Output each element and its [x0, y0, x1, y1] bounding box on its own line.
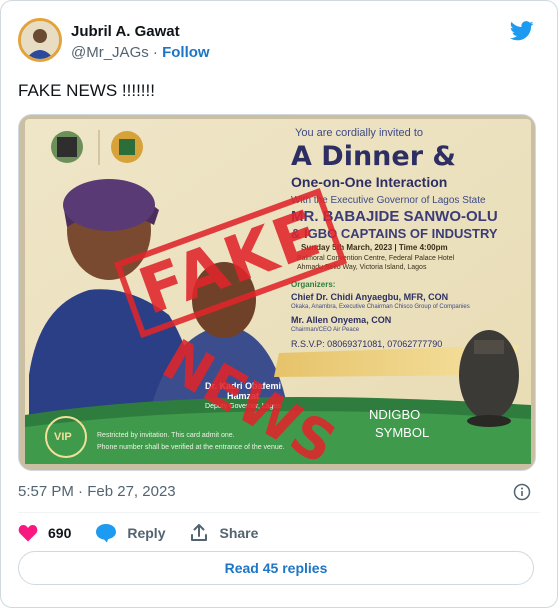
author-handle[interactable]: @Mr_JAGs — [71, 44, 149, 61]
restricted-line2: Phone number shall be verified at the en… — [97, 444, 285, 451]
read-replies-button[interactable]: Read 45 replies — [18, 551, 534, 585]
vip-badge: VIP — [54, 431, 72, 443]
coat-of-arms-icon — [51, 131, 83, 163]
tweet-image[interactable]: You are cordially invited to A Dinner & … — [18, 114, 536, 471]
heart-icon — [18, 525, 38, 542]
tweet-date: Feb 27, 2023 — [87, 483, 176, 500]
share-icon — [191, 524, 208, 541]
reply-bubble-icon — [96, 524, 117, 543]
separator: · — [152, 44, 158, 61]
twitter-bird-icon[interactable] — [510, 21, 534, 41]
likes-count: 690 — [48, 525, 72, 541]
tweet-time: 5:57 PM — [18, 483, 74, 500]
share-button[interactable]: Share — [189, 523, 258, 543]
tweet-timestamp[interactable]: 5:57 PM · Feb 27, 2023 — [18, 483, 176, 500]
tweet-text: FAKE NEWS !!!!!!! — [18, 81, 155, 100]
like-button[interactable]: 690 — [18, 524, 71, 542]
tweet-actions: 690 Reply Share — [18, 521, 282, 545]
info-icon[interactable] — [513, 483, 531, 501]
lagos-state-logo-icon — [111, 131, 143, 163]
author-handle-row: @Mr_JAGs · Follow — [71, 44, 210, 61]
divider — [18, 512, 540, 513]
tweet-card: Jubril A. Gawat @Mr_JAGs · Follow FAKE N… — [0, 0, 558, 608]
reply-button[interactable]: Reply — [95, 523, 165, 543]
invite-line: You are cordially invited to — [295, 127, 424, 139]
avatar[interactable] — [18, 18, 62, 62]
author-name[interactable]: Jubril A. Gawat — [71, 23, 180, 40]
ndigbo-symbol-line2: SYMBOL — [375, 425, 430, 440]
ndigbo-symbol-line1: NDIGBO — [369, 407, 421, 422]
reply-label: Reply — [127, 525, 166, 541]
invite-subheadline: One-on-One Interaction — [291, 174, 448, 190]
separator: · — [78, 483, 84, 500]
share-label: Share — [219, 525, 259, 541]
follow-link[interactable]: Follow — [162, 44, 210, 61]
invite-headline: A Dinner & — [291, 141, 456, 172]
